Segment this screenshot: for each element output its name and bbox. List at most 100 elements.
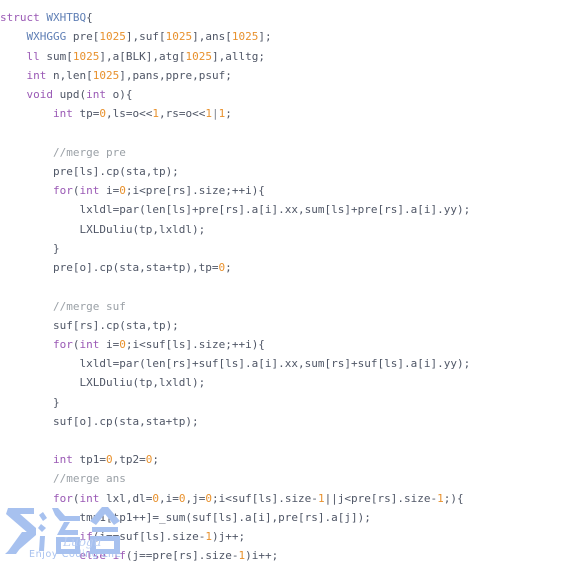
code-line: for(int i=0;i<pre[rs].size;++i){ — [0, 181, 565, 200]
code-line: for(int i=0;i<suf[ls].size;++i){ — [0, 335, 565, 354]
code-line: struct WXHTBQ{ — [0, 8, 565, 27]
code-token: 0 — [99, 107, 106, 121]
code-line: lxldl=par(len[rs]+suf[ls].a[i].xx,sum[rs… — [0, 354, 565, 373]
code-line: suf[o].cp(sta,sta+tp); — [0, 412, 565, 431]
code-token: lxldl=par(len[rs]+suf[ls].a[i].xx,sum[rs… — [0, 357, 471, 371]
code-line: int tp=0,ls=o<<1,rs=o<<1|1; — [0, 104, 565, 123]
code-line: WXHGGG pre[1025],suf[1025],ans[1025]; — [0, 27, 565, 46]
code-line: } — [0, 239, 565, 258]
code-token: ;i<suf[ls].size- — [211, 491, 318, 505]
code-token: WXHTBQ — [46, 11, 87, 25]
code-token: ||j<pre[rs].size- — [324, 491, 438, 505]
code-token: ;i<suf[ls].size;++i){ — [125, 337, 265, 351]
code-token: //merge pre — [52, 145, 126, 159]
code-token: int — [52, 107, 73, 121]
code-line: suf[rs].cp(sta,tp); — [0, 316, 565, 335]
code-line: tmp1[tp1++]=_sum(suf[ls].a[i],pre[rs].a[… — [0, 508, 565, 527]
code-token: pre[ — [66, 30, 100, 44]
code-token: 1025 — [72, 49, 100, 63]
code-line: for(int lxl,dl=0,i=0,j=0;i<suf[ls].size-… — [0, 489, 565, 508]
code-token: } — [0, 395, 60, 409]
code-token: )i++; — [245, 549, 279, 562]
code-line: int n,len[1025],pans,ppre,psuf; — [0, 66, 565, 85]
code-token: ],alltg; — [211, 49, 265, 63]
code-token: pre[o].cp(sta,sta+tp),tp= — [0, 261, 219, 275]
code-token: 1025 — [185, 49, 212, 63]
code-token: //merge ans — [52, 472, 126, 486]
code-token: suf[o].cp(sta,sta+tp); — [0, 414, 199, 428]
code-content[interactable]: struct WXHTBQ{ WXHGGG pre[1025],suf[1025… — [0, 0, 565, 562]
code-token: ],ans[ — [192, 30, 232, 44]
code-line: pre[ls].cp(sta,tp); — [0, 162, 565, 181]
code-token: ],a[BLK],atg[ — [99, 49, 186, 63]
code-token: lxldl=par(len[ls]+pre[rs].a[i].xx,sum[ls… — [0, 203, 471, 217]
code-token: if — [79, 530, 93, 544]
code-token: pre[ls].cp(sta,tp); — [0, 164, 179, 178]
code-token: for — [52, 491, 73, 505]
code-token: (j==pre[rs].size- — [125, 549, 239, 562]
code-token: ;i<pre[rs].size;++i){ — [125, 184, 265, 198]
code-token: if — [112, 549, 126, 562]
code-token: ll — [26, 49, 40, 63]
code-token: ,rs=o<< — [158, 107, 206, 121]
code-line: //merge ans — [0, 469, 565, 488]
code-token: ,i= — [158, 491, 179, 505]
code-token: 1 — [152, 107, 159, 121]
code-token: i= — [99, 337, 120, 351]
code-line: //merge pre — [0, 143, 565, 162]
code-token: void — [26, 88, 54, 102]
code-line: LXLDuliu(tp,lxldl); — [0, 220, 565, 239]
code-line: void upd(int o){ — [0, 85, 565, 104]
code-token: 0 — [119, 337, 126, 351]
code-token: 1 — [317, 491, 325, 505]
code-token: int — [79, 337, 100, 351]
code-token: 0 — [105, 453, 113, 467]
code-token: 0 — [119, 184, 126, 198]
code-line: //merge suf — [0, 297, 565, 316]
code-token: suf[rs].cp(sta,tp); — [0, 318, 179, 332]
code-token: ],pans,ppre,psuf; — [119, 68, 232, 82]
code-viewer[interactable]: struct WXHTBQ{ WXHGGG pre[1025],suf[1025… — [0, 0, 565, 562]
code-token: 0 — [152, 491, 159, 505]
code-line: } — [0, 393, 565, 412]
code-token: int — [79, 184, 100, 198]
code-line: lxldl=par(len[ls]+pre[rs].a[i].xx,sum[ls… — [0, 200, 565, 219]
code-token: LXLDuliu(tp,lxldl); — [0, 222, 206, 236]
code-line: int tp1=0,tp2=0; — [0, 450, 565, 469]
code-token: 1 — [205, 530, 212, 544]
code-token: 1 — [205, 107, 212, 121]
code-line: ll sum[1025],a[BLK],atg[1025],alltg; — [0, 47, 565, 66]
code-token: | — [211, 107, 219, 121]
code-token: i= — [99, 184, 120, 198]
code-token: 1025 — [165, 30, 193, 44]
code-token: { — [86, 11, 93, 25]
code-token: int — [26, 68, 47, 82]
code-token: else — [79, 549, 106, 562]
code-token: 1025 — [92, 68, 120, 82]
code-line: else if(j==pre[rs].size-1)i++; — [0, 546, 565, 562]
code-token: n,len[ — [46, 68, 93, 82]
code-token: )j++; — [211, 530, 246, 544]
code-token: tmp1[tp1++]=_sum(suf[ls].a[i],pre[rs].a[… — [0, 510, 371, 524]
code-token: 0 — [205, 491, 212, 505]
code-token: ,tp2= — [112, 453, 146, 467]
code-token: 1025 — [231, 30, 259, 44]
code-token: //merge suf — [52, 299, 126, 313]
code-token: WXHGGG — [26, 30, 67, 44]
code-token: ,j= — [185, 491, 206, 505]
